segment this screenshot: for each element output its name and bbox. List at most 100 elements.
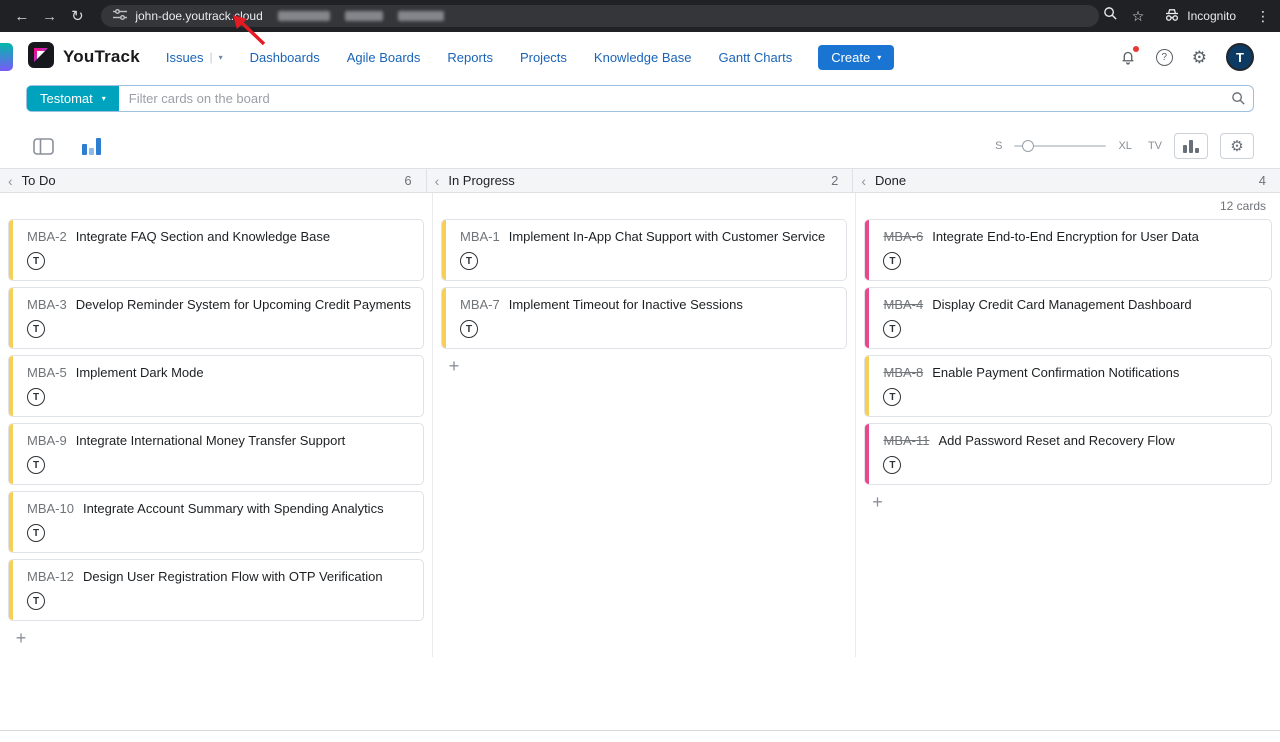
assignee-avatar[interactable]: T bbox=[27, 252, 45, 270]
board-card[interactable]: MBA-7 Implement Timeout for Inactive Ses… bbox=[441, 287, 848, 349]
issue-id[interactable]: MBA-12 bbox=[27, 569, 74, 584]
collapse-column-icon[interactable]: ‹ bbox=[435, 173, 440, 189]
issue-summary[interactable]: Implement In-App Chat Support with Custo… bbox=[509, 229, 825, 244]
issue-summary[interactable]: Add Password Reset and Recovery Flow bbox=[938, 433, 1174, 448]
board-card[interactable]: MBA-9 Integrate International Money Tran… bbox=[8, 423, 424, 485]
youtrack-logo[interactable]: YouTrack bbox=[28, 42, 140, 73]
help-icon[interactable]: ? bbox=[1156, 49, 1173, 66]
issue-summary[interactable]: Integrate FAQ Section and Knowledge Base bbox=[76, 229, 330, 244]
issue-summary[interactable]: Enable Payment Confirmation Notification… bbox=[932, 365, 1179, 380]
nav-gantt-charts[interactable]: Gantt Charts bbox=[719, 50, 793, 65]
settings-gear-icon[interactable]: ⚙ bbox=[1192, 49, 1207, 66]
issue-id[interactable]: MBA-10 bbox=[27, 501, 74, 516]
url-text[interactable]: john-doe.youtrack.cloud bbox=[135, 9, 262, 23]
issue-id[interactable]: MBA-1 bbox=[460, 229, 500, 244]
column-header-in-progress[interactable]: ‹ In Progress 2 bbox=[427, 169, 854, 192]
issue-summary[interactable]: Implement Dark Mode bbox=[76, 365, 204, 380]
issue-id[interactable]: MBA-5 bbox=[27, 365, 67, 380]
assignee-avatar[interactable]: T bbox=[883, 388, 901, 406]
user-avatar[interactable]: T bbox=[1226, 43, 1254, 71]
assignee-avatar[interactable]: T bbox=[883, 320, 901, 338]
bookmark-star-icon[interactable]: ☆ bbox=[1132, 8, 1145, 25]
assignee-avatar[interactable]: T bbox=[27, 524, 45, 542]
issue-id[interactable]: MBA-3 bbox=[27, 297, 67, 312]
notifications-bell-icon[interactable] bbox=[1119, 48, 1137, 66]
nav-agile-boards[interactable]: Agile Boards bbox=[347, 50, 421, 65]
issues-dropdown-icon[interactable]: ▾ bbox=[219, 53, 223, 62]
issue-summary[interactable]: Integrate Account Summary with Spending … bbox=[83, 501, 384, 516]
issue-id[interactable]: MBA-2 bbox=[27, 229, 67, 244]
issue-summary[interactable]: Develop Reminder System for Upcoming Cre… bbox=[76, 297, 411, 312]
assignee-avatar[interactable]: T bbox=[460, 320, 478, 338]
board-card[interactable]: MBA-12 Design User Registration Flow wit… bbox=[8, 559, 424, 621]
board-settings-button[interactable]: ⚙ bbox=[1220, 133, 1254, 159]
browser-refresh-button[interactable]: ↻ bbox=[66, 4, 90, 28]
issue-summary[interactable]: Integrate International Money Transfer S… bbox=[76, 433, 346, 448]
add-card-button[interactable]: + bbox=[11, 628, 31, 648]
assignee-avatar[interactable]: T bbox=[27, 320, 45, 338]
assignee-avatar[interactable]: T bbox=[27, 592, 45, 610]
nav-dashboards[interactable]: Dashboards bbox=[250, 50, 320, 65]
nav-projects[interactable]: Projects bbox=[520, 50, 567, 65]
board-filter-input[interactable] bbox=[119, 86, 1223, 111]
board-card[interactable]: MBA-11 Add Password Reset and Recovery F… bbox=[864, 423, 1272, 485]
card-accent-bar bbox=[865, 424, 869, 484]
redacted-url-segment bbox=[278, 11, 330, 21]
issue-summary[interactable]: Implement Timeout for Inactive Sessions bbox=[509, 297, 743, 312]
board-chart-button[interactable] bbox=[1174, 133, 1208, 159]
issue-id[interactable]: MBA-4 bbox=[883, 297, 923, 312]
issue-summary[interactable]: Integrate End-to-End Encryption for User… bbox=[932, 229, 1199, 244]
card-accent-bar bbox=[9, 492, 13, 552]
issue-id[interactable]: MBA-8 bbox=[883, 365, 923, 380]
issue-id[interactable]: MBA-7 bbox=[460, 297, 500, 312]
chart-toggle-icon[interactable] bbox=[74, 132, 108, 160]
column-title: In Progress bbox=[448, 173, 514, 188]
tv-mode-button[interactable]: TV bbox=[1148, 140, 1162, 152]
column-header-done[interactable]: ‹ Done 4 bbox=[853, 169, 1280, 192]
nav-issues[interactable]: Issues bbox=[166, 50, 204, 65]
column-header-todo[interactable]: ‹ To Do 6 bbox=[0, 169, 427, 192]
board-card[interactable]: MBA-3 Develop Reminder System for Upcomi… bbox=[8, 287, 424, 349]
sidebar-expand-handle[interactable] bbox=[0, 43, 13, 71]
card-accent-bar bbox=[9, 424, 13, 484]
assignee-avatar[interactable]: T bbox=[27, 388, 45, 406]
issue-id[interactable]: MBA-11 bbox=[883, 433, 929, 448]
board-card[interactable]: MBA-4 Display Credit Card Management Das… bbox=[864, 287, 1272, 349]
issue-id[interactable]: MBA-6 bbox=[883, 229, 923, 244]
slider-knob[interactable] bbox=[1022, 140, 1034, 152]
collapse-column-icon[interactable]: ‹ bbox=[8, 173, 13, 189]
nav-knowledge-base[interactable]: Knowledge Base bbox=[594, 50, 692, 65]
collapse-column-icon[interactable]: ‹ bbox=[861, 173, 866, 189]
card-size-slider[interactable] bbox=[1014, 139, 1106, 153]
add-card-button[interactable]: + bbox=[444, 356, 464, 376]
card-accent-bar bbox=[9, 220, 13, 280]
assignee-avatar[interactable]: T bbox=[460, 252, 478, 270]
board-card[interactable]: MBA-6 Integrate End-to-End Encryption fo… bbox=[864, 219, 1272, 281]
board-card[interactable]: MBA-10 Integrate Account Summary with Sp… bbox=[8, 491, 424, 553]
add-card-button[interactable]: + bbox=[867, 492, 887, 512]
incognito-label: Incognito bbox=[1187, 9, 1236, 23]
issue-id[interactable]: MBA-9 bbox=[27, 433, 67, 448]
assignee-avatar[interactable]: T bbox=[883, 252, 901, 270]
browser-menu-icon[interactable]: ⋮ bbox=[1256, 8, 1270, 25]
assignee-avatar[interactable]: T bbox=[883, 456, 901, 474]
browser-forward-button[interactable]: → bbox=[38, 4, 62, 28]
issue-summary[interactable]: Design User Registration Flow with OTP V… bbox=[83, 569, 383, 584]
board-card[interactable]: MBA-2 Integrate FAQ Section and Knowledg… bbox=[8, 219, 424, 281]
create-button[interactable]: Create ▾ bbox=[818, 45, 894, 70]
issue-summary[interactable]: Display Credit Card Management Dashboard bbox=[932, 297, 1191, 312]
assignee-avatar[interactable]: T bbox=[27, 456, 45, 474]
browser-back-button[interactable]: ← bbox=[10, 4, 34, 28]
nav-reports[interactable]: Reports bbox=[447, 50, 493, 65]
card-accent-bar bbox=[9, 356, 13, 416]
board-selector-button[interactable]: Testomat ▾ bbox=[27, 86, 119, 111]
site-settings-icon[interactable] bbox=[113, 9, 127, 24]
address-bar[interactable]: john-doe.youtrack.cloud bbox=[101, 5, 1098, 27]
total-cards-label: 12 cards bbox=[1220, 199, 1266, 213]
backlog-panel-icon[interactable] bbox=[26, 132, 60, 160]
board-card[interactable]: MBA-5 Implement Dark Mode T bbox=[8, 355, 424, 417]
board-card[interactable]: MBA-1 Implement In-App Chat Support with… bbox=[441, 219, 848, 281]
board-card[interactable]: MBA-8 Enable Payment Confirmation Notifi… bbox=[864, 355, 1272, 417]
zoom-icon[interactable] bbox=[1103, 6, 1118, 26]
search-icon[interactable] bbox=[1223, 86, 1253, 111]
